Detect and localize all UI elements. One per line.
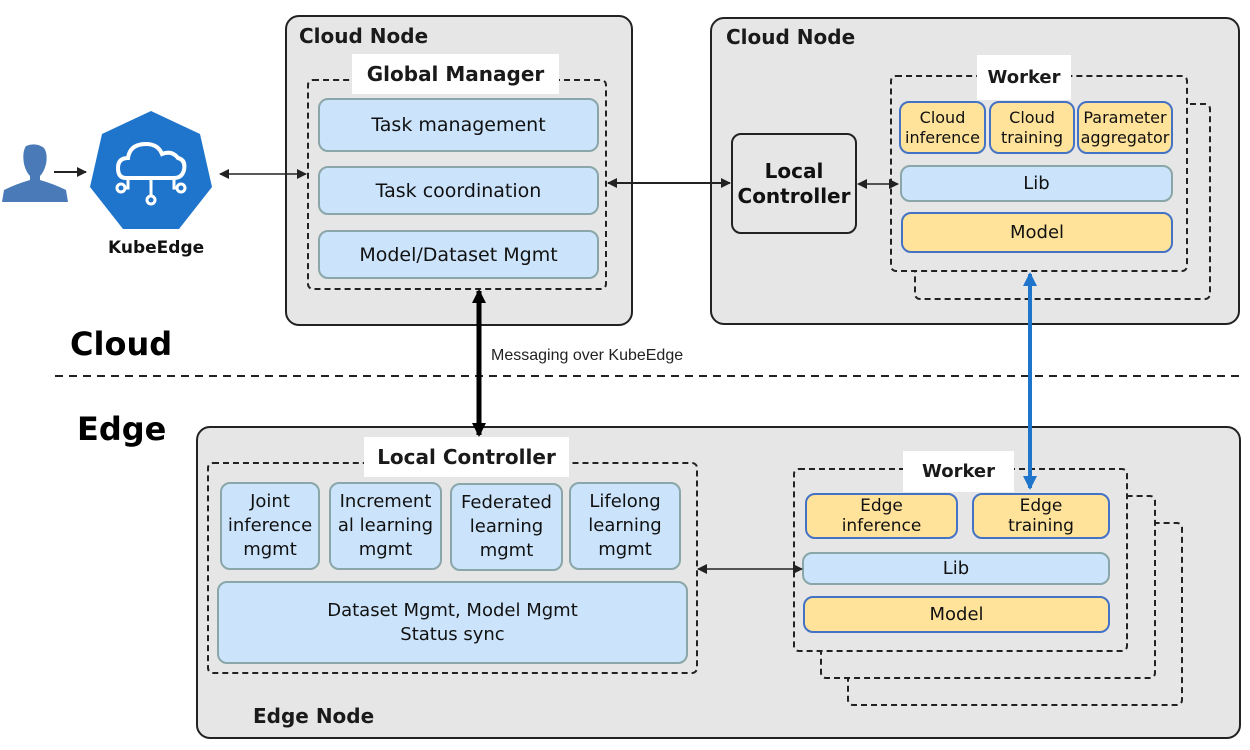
incremental-learning-mgmt-box[interactable]: Increment al learning mgmt: [329, 482, 442, 570]
cloud-lib-box[interactable]: Lib: [900, 165, 1173, 202]
edge-model-box[interactable]: Model: [803, 596, 1110, 633]
user-icon: [2, 142, 68, 202]
cloud-local-controller[interactable]: Local Controller: [731, 133, 857, 234]
edge-zone-label: Edge: [77, 410, 167, 448]
edge-worker-title: Worker: [903, 451, 1014, 492]
edge-training-box[interactable]: Edge training: [972, 493, 1110, 539]
cloud-inference-box[interactable]: Cloud inference: [899, 101, 986, 154]
edge-local-controller-title: Local Controller: [364, 437, 569, 477]
parameter-aggregator-box[interactable]: Parameter aggregator: [1077, 101, 1173, 154]
federated-learning-mgmt-box[interactable]: Federated learning mgmt: [450, 483, 563, 571]
kubeedge-label: KubeEdge: [108, 238, 205, 258]
global-manager-title: Global Manager: [352, 54, 559, 94]
kubeedge-logo-icon[interactable]: [88, 108, 214, 234]
edge-inference-box[interactable]: Edge inference: [805, 493, 958, 539]
task-management-box[interactable]: Task management: [318, 98, 599, 152]
cloud-node-title: Cloud Node: [299, 24, 429, 48]
cloud-training-box[interactable]: Cloud training: [989, 101, 1075, 154]
joint-inference-mgmt-box[interactable]: Joint inference mgmt: [220, 482, 320, 570]
cloud-node-right-title: Cloud Node: [726, 25, 856, 49]
messaging-label: Messaging over KubeEdge: [491, 347, 684, 364]
task-coordination-box[interactable]: Task coordination: [318, 166, 599, 215]
edge-lib-box[interactable]: Lib: [802, 552, 1110, 585]
lifelong-learning-mgmt-box[interactable]: Lifelong learning mgmt: [569, 482, 681, 570]
cloud-zone-label: Cloud: [70, 325, 173, 363]
cloud-worker-title: Worker: [977, 55, 1071, 100]
cloud-model-box[interactable]: Model: [901, 212, 1173, 253]
edge-node-title: Edge Node: [253, 704, 375, 728]
dataset-model-status-box[interactable]: Dataset Mgmt, Model Mgmt Status sync: [217, 581, 688, 664]
model-dataset-mgmt-box[interactable]: Model/Dataset Mgmt: [318, 230, 599, 279]
